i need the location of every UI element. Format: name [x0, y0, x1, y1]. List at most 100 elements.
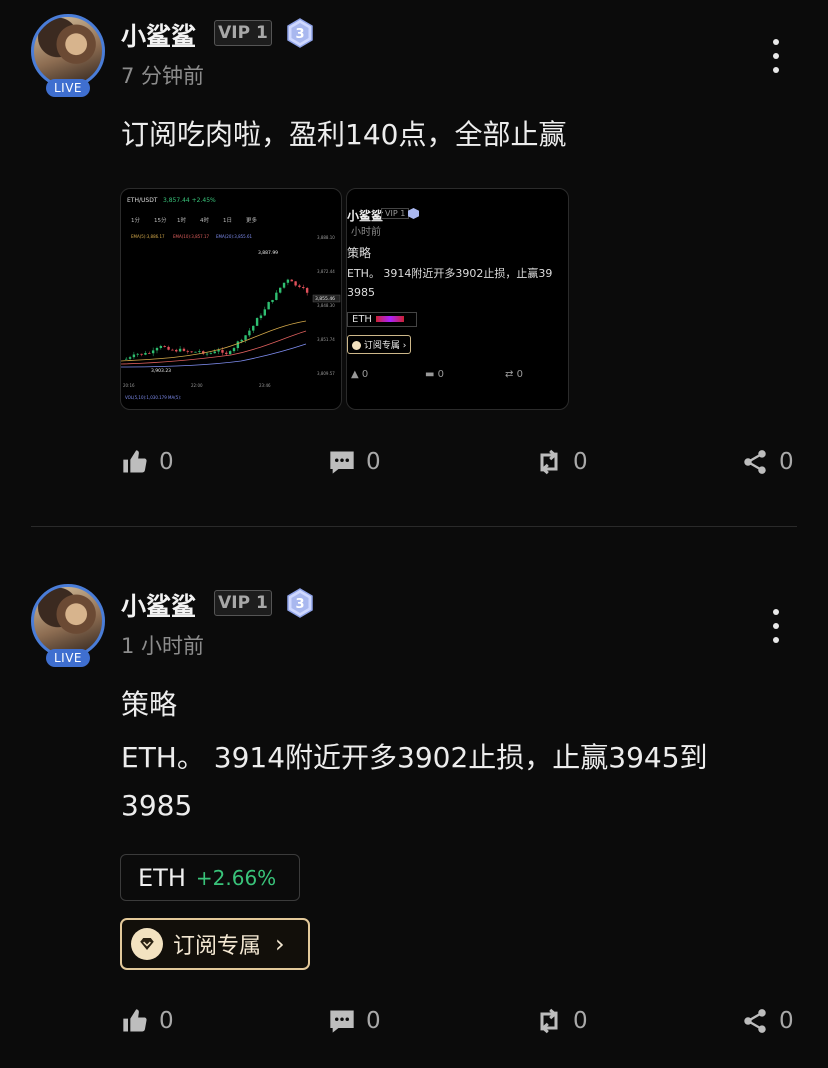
candle-body	[128, 357, 132, 359]
more-options-icon[interactable]	[768, 36, 784, 76]
subscribe-exclusive-button[interactable]: 订阅专属 ›	[120, 918, 310, 970]
like-count: 0	[159, 449, 174, 475]
candle-body	[151, 350, 155, 354]
candle-body	[225, 352, 228, 355]
level-badge-icon: 3	[287, 18, 313, 48]
thumb-author: 小鲨鲨	[347, 209, 384, 223]
candle-body	[252, 325, 255, 331]
repost-count: 0	[573, 1008, 588, 1034]
share-count: 0	[779, 1008, 794, 1034]
image-thumbnail-chart[interactable]: ETH/USDT 3,857.44 +2.45% 1分 15分 1时 4时 1日 更多 E…	[120, 188, 342, 410]
candle-body	[290, 279, 293, 282]
thumb-right-tick: 3,872.44	[317, 269, 335, 274]
thumb-like: ▲ 0	[351, 369, 369, 380]
thumb-right-tick: 3,888.10	[317, 235, 335, 240]
thumb-sub: 订阅专属 ›	[347, 335, 412, 354]
candle-body	[221, 350, 224, 353]
post-time: 7 分钟前	[121, 64, 205, 88]
candle-body	[259, 315, 263, 319]
candle-body	[244, 335, 247, 340]
thumb-interval-label: 15分	[154, 216, 167, 224]
candle-body	[194, 351, 197, 353]
candle-body	[198, 351, 201, 352]
post-divider	[31, 526, 797, 527]
thumb-time: 小时前	[351, 227, 381, 238]
like-count: 0	[159, 1008, 174, 1034]
thumb-tag: ETH	[347, 312, 417, 327]
candle-body	[302, 287, 305, 289]
repost-count: 0	[573, 449, 588, 475]
candle-body	[282, 282, 286, 288]
candle-body	[125, 358, 128, 360]
repost-button[interactable]: 0	[535, 1001, 588, 1041]
coin-tag[interactable]: ETH +2.66%	[120, 854, 300, 901]
candle-body	[132, 354, 136, 358]
coin-symbol: ETH	[138, 863, 186, 892]
thumb-right-tick: 3,848.30	[317, 303, 335, 308]
candle-body	[148, 352, 151, 354]
thumb-interval-label: 1时	[177, 216, 186, 224]
candle-body	[144, 352, 147, 355]
comment-count: 0	[366, 1008, 381, 1034]
more-options-icon[interactable]	[768, 606, 784, 646]
svg-text:EMA(20):3,855.61: EMA(20):3,855.61	[216, 234, 253, 239]
author-name[interactable]: 小鲨鲨	[121, 17, 196, 53]
share-icon	[744, 1009, 766, 1033]
level-badge-icon: 3	[287, 588, 313, 618]
thumb-tag-symbol: ETH	[352, 314, 372, 325]
thumb-x-tick: 22:00	[191, 383, 203, 388]
thumb-line3: 3985	[347, 286, 375, 299]
candle-body	[232, 348, 236, 352]
avatar[interactable]	[31, 14, 105, 88]
repost-icon	[540, 1008, 558, 1034]
candle-body	[159, 346, 163, 349]
candle-body	[209, 353, 213, 355]
candle-body	[140, 353, 143, 355]
share-button[interactable]: 0	[741, 442, 794, 482]
candle-body	[279, 287, 282, 293]
thumb-level-icon	[408, 208, 419, 219]
author-name[interactable]: 小鲨鲨	[121, 587, 196, 623]
vip-badge: VIP 1	[214, 590, 272, 616]
candle-body	[182, 348, 186, 351]
post-text-line: 3985	[121, 789, 193, 822]
candle-body	[205, 353, 209, 355]
candle-body	[186, 350, 189, 352]
thumb-low: 3,903.23	[151, 368, 171, 374]
post-card: LIVE 小鲨鲨 VIP 1 3 7 分钟前 订阅吃肉啦，盈利140点，全部止赢…	[0, 0, 828, 527]
candle-body	[294, 281, 297, 286]
comment-count: 0	[366, 449, 381, 475]
thumb-interval-label: 1分	[131, 216, 140, 224]
thumb-pair: ETH/USDT	[127, 197, 158, 204]
thumb-line1: 策略	[347, 246, 372, 260]
candle-body	[228, 351, 232, 355]
thumb-interval-label: 1日	[223, 217, 232, 224]
like-button[interactable]: 0	[121, 1001, 174, 1041]
image-thumbnail-post[interactable]: 小鲨鲨 VIP 1 小时前 策略 ETH。 3914附近开多3902止损，止赢3…	[346, 188, 569, 410]
diamond-icon	[131, 928, 163, 960]
candle-body	[263, 309, 266, 316]
coin-change: +2.66%	[195, 865, 277, 890]
svg-text:EMA(5):3,886.17: EMA(5):3,886.17	[131, 234, 165, 239]
post-text: 订阅吃肉啦，盈利140点，全部止赢	[121, 118, 567, 151]
share-button[interactable]: 0	[741, 1001, 794, 1041]
repost-button[interactable]: 0	[535, 442, 588, 482]
like-button[interactable]: 0	[121, 442, 174, 482]
candle-body	[271, 299, 274, 303]
chevron-right-icon: ›	[275, 930, 285, 958]
comment-button[interactable]: 0	[328, 1001, 381, 1041]
thumb-line2: ETH。 3914附近开多3902止损，止赢39	[347, 267, 553, 280]
repost-icon	[540, 449, 558, 475]
level-number: 3	[295, 597, 304, 612]
thumb-sub-label: 订阅专属	[363, 341, 400, 351]
candle-body	[236, 341, 240, 349]
post-time: 1 小时前	[121, 634, 205, 658]
avatar[interactable]	[31, 584, 105, 658]
thumb-x-tick: 20:16	[123, 383, 135, 388]
live-badge: LIVE	[46, 649, 90, 667]
action-bar: 0 0 0 0	[0, 442, 828, 482]
thumb-x-tick: 23:46	[259, 383, 271, 388]
subscribe-label: 订阅专属	[173, 934, 262, 959]
comment-button[interactable]: 0	[328, 442, 381, 482]
vip-badge: VIP 1	[214, 20, 272, 46]
